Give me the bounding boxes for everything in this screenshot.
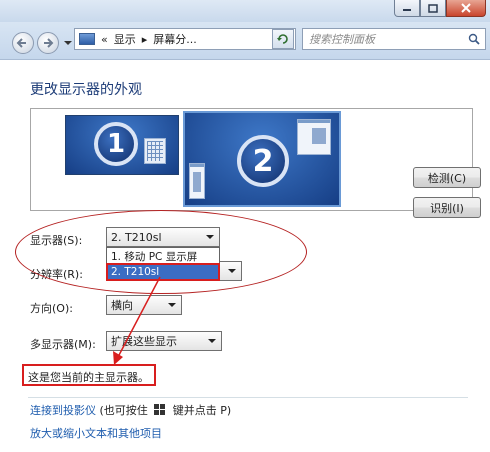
refresh-button[interactable] — [272, 29, 294, 49]
projector-hint-post: 键并点击 P) — [172, 404, 232, 417]
breadcrumb-screen-resolution[interactable]: 屏幕分... — [153, 31, 197, 47]
monitor-1-tile[interactable]: 1 — [65, 115, 179, 175]
monitor-preview-area: 1 2 检测(C) 识别(I) — [30, 108, 481, 218]
minimize-icon — [403, 9, 411, 11]
chevron-down-icon — [228, 269, 236, 273]
resolution-label: 分辨率(R): — [30, 268, 83, 281]
window-controls — [394, 0, 486, 17]
breadcrumb-prefix[interactable]: « — [101, 33, 108, 46]
forward-arrow-icon — [44, 38, 54, 48]
display-label: 显示器(S): — [30, 234, 83, 247]
window-titlebar — [0, 0, 490, 22]
search-box[interactable] — [302, 28, 486, 50]
text-size-link[interactable]: 放大或缩小文本和其他项目 — [30, 425, 162, 441]
breadcrumb-display[interactable]: 显示 — [114, 31, 136, 47]
history-dropdown-icon[interactable] — [64, 41, 72, 45]
address-bar[interactable]: « 显示 ▸ 屏幕分... — [74, 28, 296, 50]
projector-hint-pre: (也可按住 — [99, 404, 148, 417]
multi-display-label: 多显示器(M): — [30, 338, 96, 351]
close-button[interactable] — [446, 0, 486, 17]
chevron-down-icon — [206, 235, 214, 239]
content-area: 更改显示器的外观 1 2 检测(C) 识别(I) 显示器(S): 2. T210… — [0, 61, 490, 452]
orientation-select-value: 横向 — [111, 299, 133, 312]
refresh-icon — [277, 34, 288, 44]
detect-button[interactable]: 检测(C) — [413, 167, 481, 188]
chevron-down-icon — [168, 303, 176, 307]
search-input[interactable] — [309, 32, 459, 46]
display-option-2[interactable]: 2. T210sl — [106, 263, 220, 281]
breadcrumb-separator[interactable]: ▸ — [142, 33, 148, 46]
monitor-2-sidebar-icon — [189, 163, 205, 199]
minimize-button[interactable] — [394, 0, 420, 17]
display-dropdown-list: 1. 移动 PC 显示屏 2. T210sl — [106, 247, 220, 281]
multi-display-select[interactable]: 扩展这些显示 — [106, 331, 222, 351]
windows-logo-icon — [154, 404, 166, 415]
monitor-2-tile[interactable]: 2 — [183, 111, 341, 207]
projector-link-row: 连接到投影仪 (也可按住 键并点击 P) — [30, 402, 231, 418]
display-select-value: 2. T210sl — [111, 230, 162, 244]
main-display-status: 这是您当前的主显示器。 — [28, 371, 149, 384]
divider — [28, 397, 468, 398]
monitor-1-number: 1 — [94, 122, 138, 166]
connect-projector-link[interactable]: 连接到投影仪 — [30, 404, 96, 417]
display-select[interactable]: 2. T210sl — [106, 227, 220, 247]
display-option-1[interactable]: 1. 移动 PC 显示屏 — [107, 248, 219, 264]
back-arrow-icon — [16, 38, 26, 48]
chevron-down-icon — [208, 339, 216, 343]
monitor-2-number: 2 — [237, 135, 289, 187]
monitor-2-window-icon — [297, 119, 331, 155]
identify-button[interactable]: 识别(I) — [413, 197, 481, 218]
search-icon[interactable] — [468, 33, 480, 45]
maximize-button[interactable] — [420, 0, 446, 17]
close-icon — [461, 3, 471, 13]
control-panel-monitor-icon — [79, 33, 95, 45]
multi-display-select-value: 扩展这些显示 — [111, 335, 177, 348]
monitor-1-grid-icon — [144, 138, 166, 164]
orientation-select[interactable]: 横向 — [106, 295, 182, 315]
back-button[interactable] — [12, 32, 34, 54]
forward-button[interactable] — [37, 32, 59, 54]
page-title: 更改显示器的外观 — [30, 82, 142, 98]
orientation-label: 方向(O): — [30, 302, 73, 315]
maximize-icon — [428, 3, 438, 13]
